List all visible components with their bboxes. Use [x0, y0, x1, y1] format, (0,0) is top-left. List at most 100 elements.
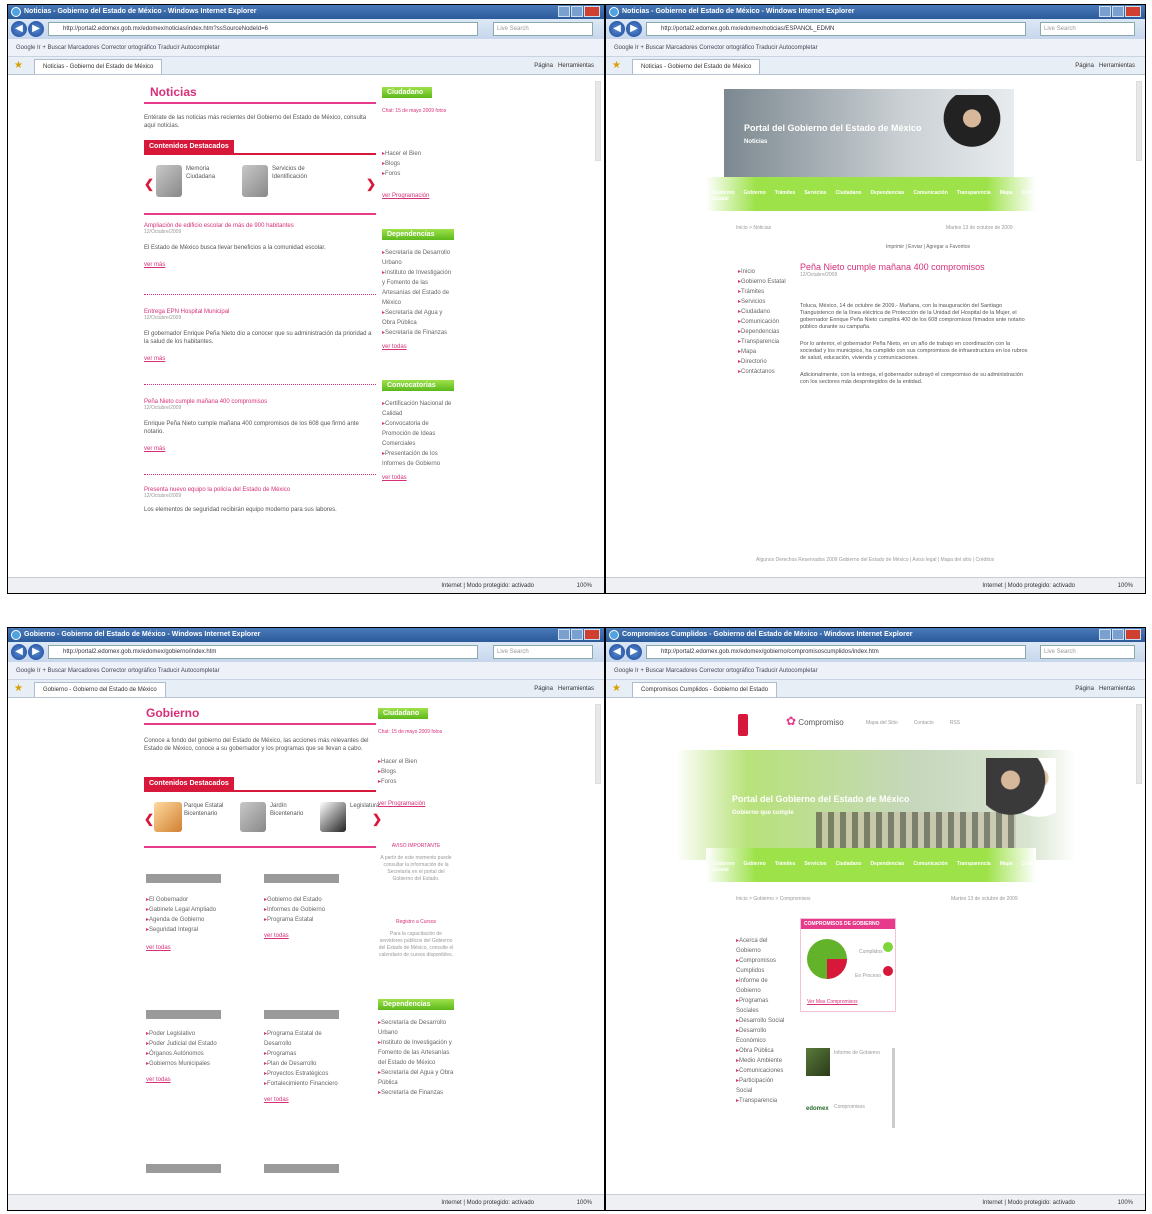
left-nav-link[interactable]: Participación Social — [736, 1076, 790, 1096]
minimize-button[interactable] — [1099, 629, 1111, 640]
sidebar-link[interactable]: Blogs — [378, 767, 454, 777]
forward-arrow-icon[interactable]: ▶ — [28, 644, 44, 660]
favorites-star-icon[interactable]: ★ — [14, 683, 23, 695]
compromiso-logo[interactable]: ✿ Compromiso — [786, 714, 844, 728]
nav-item[interactable]: Inicio — [690, 190, 703, 202]
search-input[interactable]: Live Search — [493, 645, 593, 659]
nav-item[interactable]: Gobierno — [744, 190, 766, 202]
sidebar-link[interactable]: Instituto de Investigación y Fomento de … — [382, 268, 454, 308]
address-bar[interactable]: http://portal2.edomex.gob.mx/edomex/noti… — [48, 22, 478, 36]
section-link[interactable]: Poder Legislativo — [146, 1029, 221, 1039]
breadcrumb[interactable]: Inicio > Noticias — [736, 225, 771, 232]
featured-thumb-3[interactable] — [320, 802, 346, 832]
left-nav-link[interactable]: Informe de Gobierno — [736, 976, 790, 996]
nav-item[interactable]: Comunicación — [913, 861, 947, 873]
forward-arrow-icon[interactable]: ▶ — [28, 21, 44, 37]
scrollbar[interactable] — [594, 77, 602, 575]
nav-item[interactable]: Servicios — [804, 861, 826, 873]
page-menu[interactable]: Página — [534, 63, 553, 69]
lower-item-label[interactable]: Informe de Gobierno — [834, 1050, 884, 1057]
tools-menu[interactable]: Herramientas — [558, 686, 594, 692]
left-nav-link[interactable]: Inicio — [738, 267, 792, 277]
sidebar-link[interactable]: Convocatoria de Promoción de Ideas Comer… — [382, 419, 454, 449]
registro-title[interactable]: Registro a Cursos — [378, 919, 454, 925]
carousel-left-arrow-icon[interactable]: ❮ — [144, 812, 154, 826]
security-zone[interactable]: Internet | Modo protegido: activado — [982, 1195, 1075, 1210]
left-nav-link[interactable]: Desarrollo Social — [736, 1016, 790, 1026]
favorites-star-icon[interactable]: ★ — [14, 60, 23, 72]
minimize-button[interactable] — [558, 629, 570, 640]
section-link[interactable]: Agenda de Gobierno — [146, 915, 221, 925]
aviso-title[interactable]: AVISO IMPORTANTE — [378, 843, 454, 849]
nav-item[interactable]: Contáctanos — [1021, 861, 1051, 873]
nav-item[interactable]: Trámites — [775, 190, 796, 202]
nav-item[interactable]: Mapa — [1000, 190, 1013, 202]
security-zone[interactable]: Internet | Modo protegido: activado — [441, 578, 534, 593]
convocatorias-more-link[interactable]: ver todas — [382, 475, 454, 481]
section-link[interactable]: Poder Judicial del Estado — [146, 1039, 221, 1049]
page-menu[interactable]: Página — [1075, 686, 1094, 692]
state-logo-icon[interactable] — [738, 714, 748, 736]
sidebar-link[interactable]: Certificación Nacional de Calidad — [382, 399, 454, 419]
nav-item[interactable]: Contáctanos — [1021, 190, 1051, 202]
page-menu[interactable]: Página — [1075, 63, 1094, 69]
informe-thumb[interactable] — [806, 1048, 830, 1076]
featured-thumb-2[interactable] — [242, 165, 268, 197]
close-button[interactable] — [584, 629, 600, 640]
sidebar-link[interactable]: Secretaría de Desarrollo Urbano — [378, 1018, 454, 1038]
left-nav-link[interactable]: Comunicación — [738, 317, 792, 327]
featured-thumb-2[interactable] — [240, 802, 266, 832]
sidebar-link[interactable]: Secretaría de Finanzas — [378, 1088, 454, 1098]
section-link[interactable]: Plan de Desarrollo — [264, 1059, 339, 1069]
news-more-link[interactable]: ver más — [144, 262, 376, 268]
section-link[interactable]: El Gobernador — [146, 895, 221, 905]
sidebar-link[interactable]: Secretaría del Agua y Obra Pública — [378, 1068, 454, 1088]
left-nav-link[interactable]: Obra Pública — [736, 1046, 790, 1056]
featured-label-2[interactable]: Servicios de Identificación — [272, 165, 332, 181]
section-link[interactable]: Gobiernos Municipales — [146, 1059, 221, 1069]
nav-item[interactable]: Transparencia — [957, 861, 991, 873]
left-nav-link[interactable]: Acerca del Gobierno — [736, 936, 790, 956]
browser-tab[interactable]: Noticias - Gobierno del Estado de México — [632, 59, 761, 74]
maximize-button[interactable] — [571, 6, 583, 17]
back-arrow-icon[interactable]: ◀ — [609, 644, 625, 660]
section-link[interactable]: Gabinete Legal Ampliado — [146, 905, 221, 915]
address-bar[interactable]: http://portal2.edomex.gob.mx/edomex/noti… — [646, 22, 1026, 36]
section-link[interactable]: Gobierno del Estado — [264, 895, 339, 905]
nav-item[interactable]: Gobierno Estatal — [712, 190, 734, 202]
address-bar[interactable]: http://portal2.edomex.gob.mx/edomex/gobi… — [646, 645, 1026, 659]
left-nav-link[interactable]: Servicios — [738, 297, 792, 307]
tools-menu[interactable]: Herramientas — [558, 63, 594, 69]
left-nav-link[interactable]: Contáctanos — [738, 367, 792, 377]
browser-tab[interactable]: Compromisos Cumplidos - Gobierno del Est… — [632, 682, 778, 697]
ciudadano-more-link[interactable]: ver Programación — [378, 801, 454, 807]
toolbar-row[interactable]: Google Ir + Buscar Marcadores Corrector … — [606, 39, 1145, 57]
search-input[interactable]: Live Search — [1040, 22, 1135, 36]
sidebar-link[interactable]: Foros — [378, 777, 454, 787]
toolbar-row[interactable]: Google Ir + Buscar Marcadores Corrector … — [8, 39, 604, 57]
nav-item[interactable]: Ciudadano — [836, 190, 862, 202]
sidebar-link[interactable]: Instituto de Investigación y Fomento de … — [378, 1038, 454, 1068]
section-more-link[interactable]: ver todas — [146, 945, 221, 951]
browser-tab[interactable]: Noticias - Gobierno del Estado de México — [34, 59, 163, 74]
zoom-level[interactable]: 100% — [1118, 1195, 1133, 1210]
sidebar-link[interactable]: Secretaría de Finanzas — [382, 328, 454, 338]
left-nav-link[interactable]: Compromisos Cumplidos — [736, 956, 790, 976]
nav-item[interactable]: Comunicación — [913, 190, 947, 202]
zoom-level[interactable]: 100% — [577, 578, 592, 593]
close-button[interactable] — [1125, 629, 1141, 640]
nav-item[interactable]: Inicio — [690, 861, 703, 873]
nav-item[interactable]: Trámites — [775, 861, 796, 873]
featured-thumb-1[interactable] — [156, 165, 182, 197]
section-link[interactable]: Proyectos Estratégicos — [264, 1069, 339, 1079]
section-link[interactable]: Seguridad Integral — [146, 925, 221, 935]
section-link[interactable]: Programa Estatal de Desarrollo — [264, 1029, 339, 1049]
section-link[interactable]: Fortalecimiento Financiero — [264, 1079, 339, 1089]
left-nav-link[interactable]: Programas Sociales — [736, 996, 790, 1016]
left-nav-link[interactable]: Trámites — [738, 287, 792, 297]
compromisos-pie-chart[interactable] — [801, 929, 895, 989]
featured-label-3[interactable]: Legislatura — [350, 802, 379, 810]
security-zone[interactable]: Internet | Modo protegido: activado — [441, 1195, 534, 1210]
nav-item[interactable]: Servicios — [804, 190, 826, 202]
favorites-star-icon[interactable]: ★ — [612, 60, 621, 72]
